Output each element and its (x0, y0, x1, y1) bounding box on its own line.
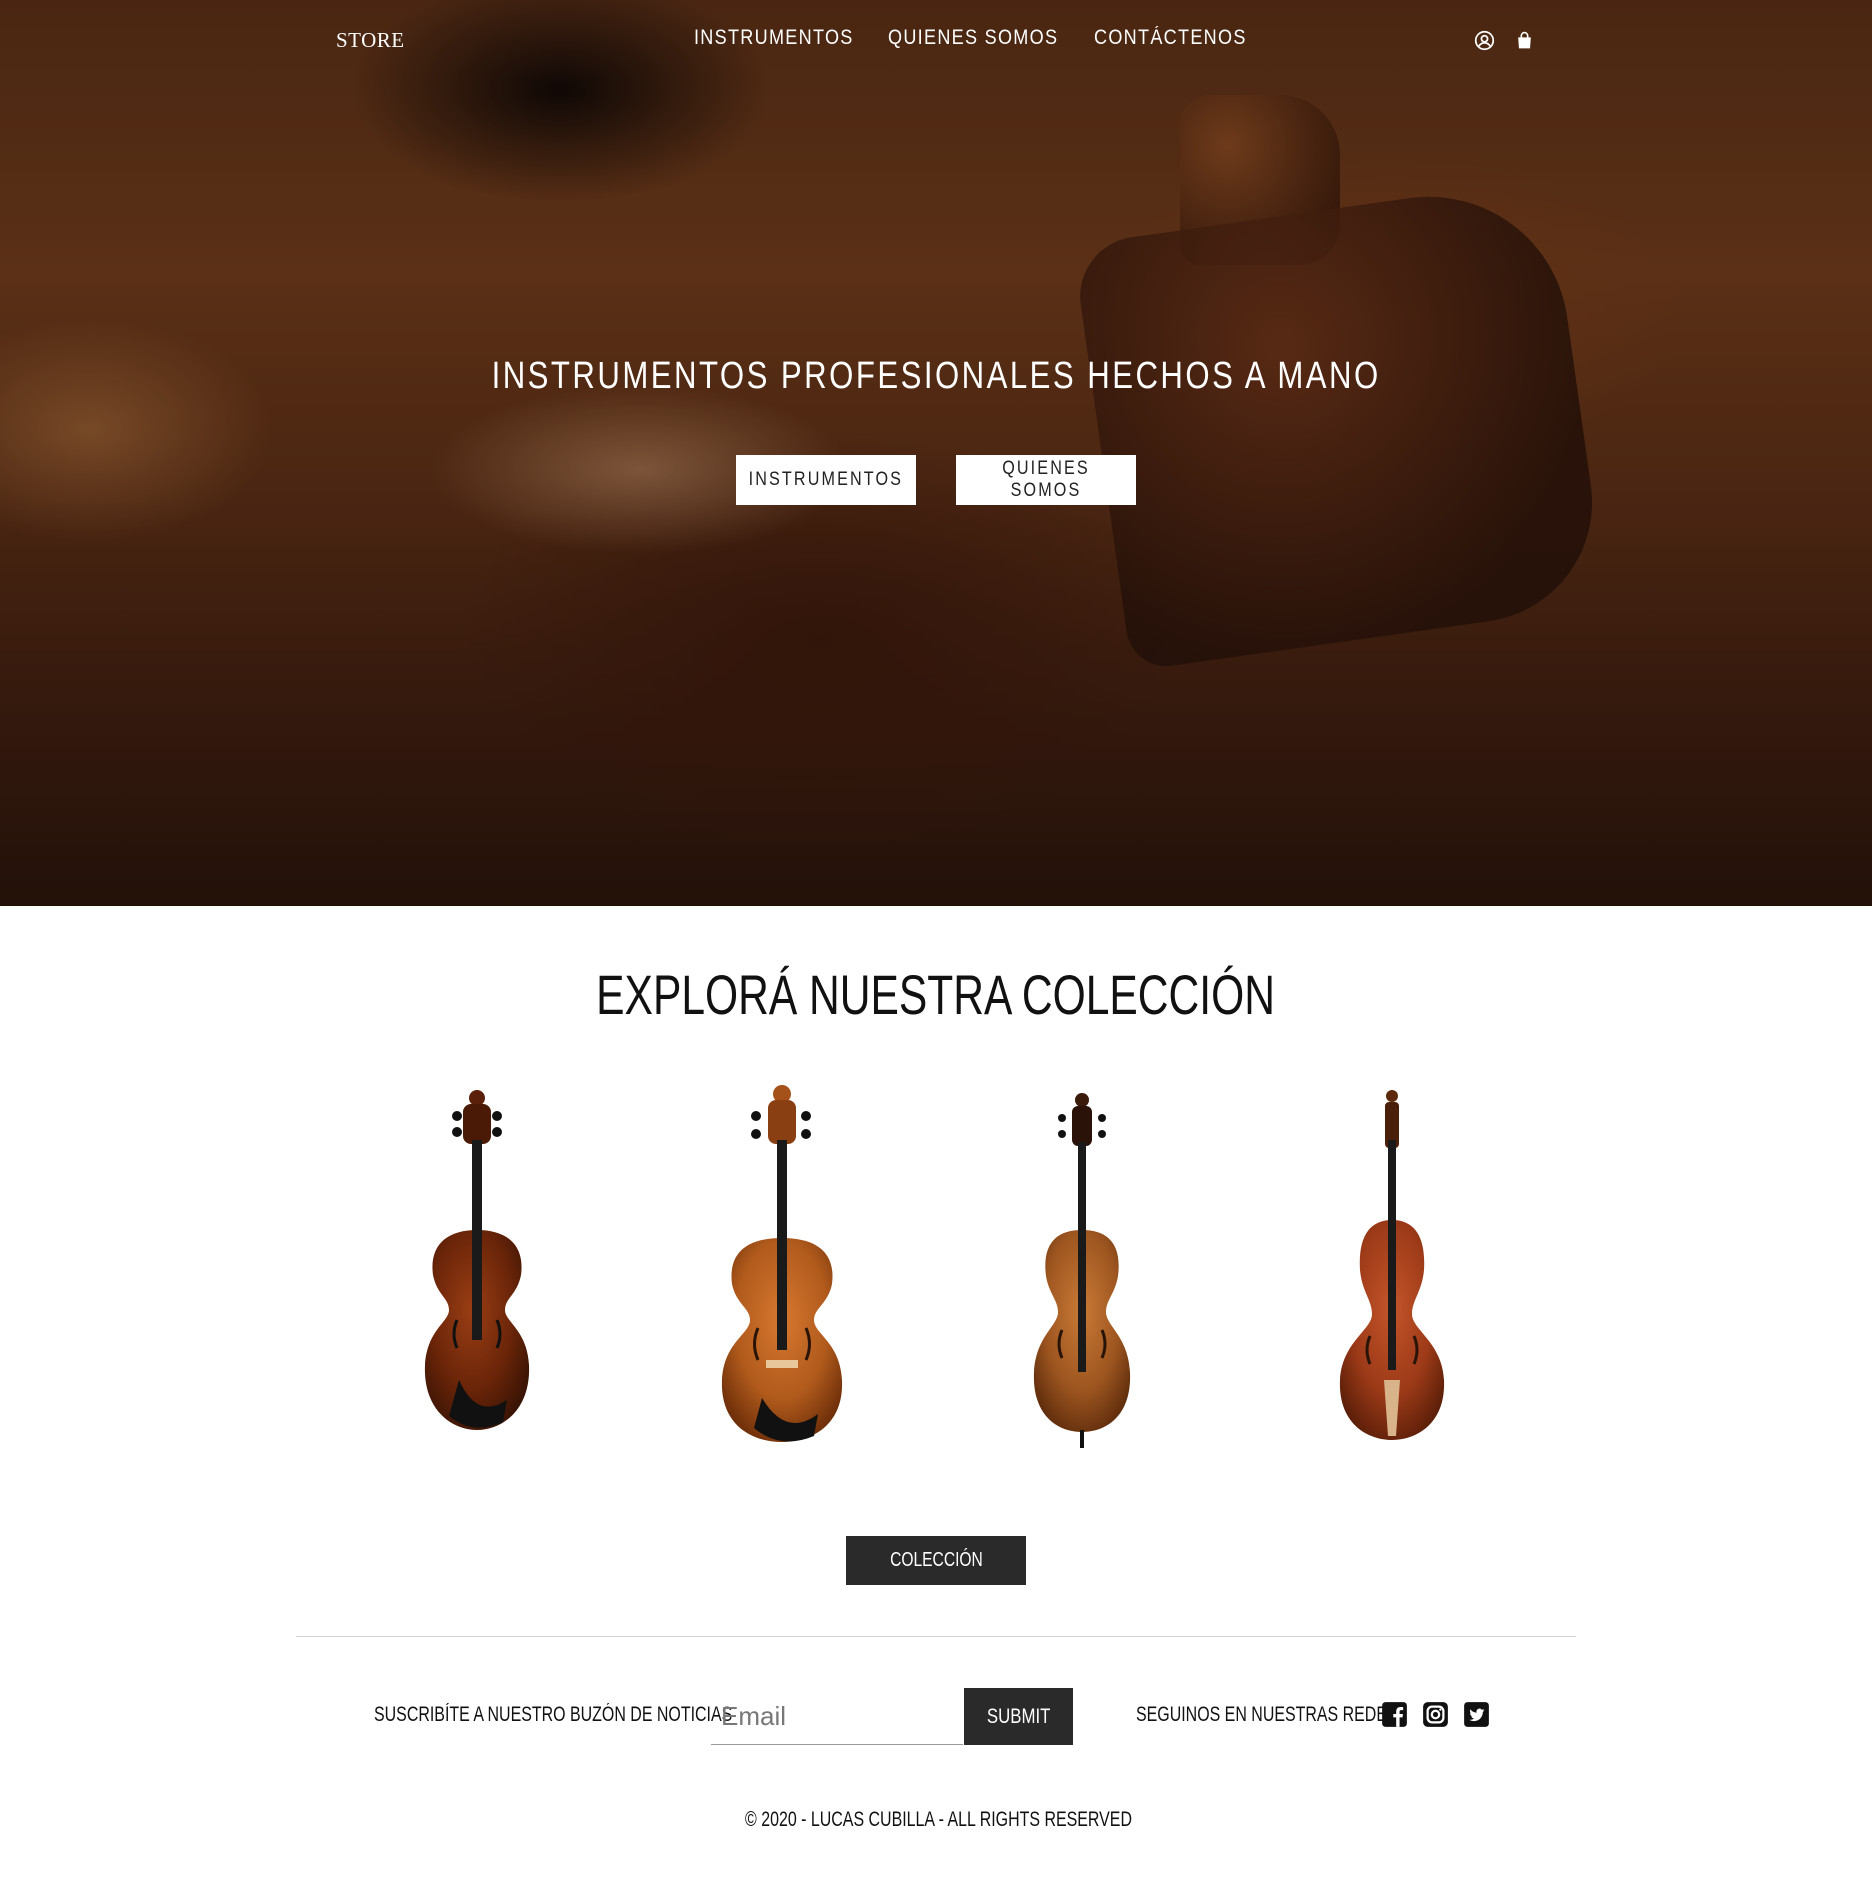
hero-title: INSTRUMENTOS PROFESIONALES HECHOS A MANO (491, 355, 1381, 397)
nav-link-contactenos[interactable]: CONTÁCTENOS (1094, 26, 1245, 50)
email-input[interactable] (711, 1688, 963, 1745)
collection-title: EXPLORÁ NUESTRA COLECCIÓN (596, 963, 1276, 1026)
nav-icons (1474, 30, 1536, 52)
nav-link-quienes-somos[interactable]: QUIENES SOMOS (888, 26, 1057, 50)
copyright-text: © 2020 - LUCAS CUBILLA - ALL RIGHTS RESE… (745, 1808, 1132, 1831)
social-icons (1381, 1701, 1490, 1728)
collection-button[interactable]: COLECCIÓN (846, 1536, 1026, 1585)
user-circle-icon[interactable] (1474, 30, 1495, 52)
product-contrabass-image[interactable] (1312, 1080, 1472, 1480)
hero-overlay (0, 0, 1872, 906)
hero-instrumentos-button[interactable]: INSTRUMENTOS (736, 455, 916, 505)
nav-link-instrumentos[interactable]: INSTRUMENTOS (694, 26, 852, 50)
shopping-bag-icon[interactable] (1515, 30, 1536, 52)
hero-quienes-somos-button[interactable]: QUIENES SOMOS (956, 455, 1136, 505)
facebook-icon[interactable] (1381, 1701, 1408, 1728)
submit-button[interactable]: SUBMIT (964, 1688, 1073, 1745)
product-grid (0, 1080, 1872, 1480)
product-viola-image[interactable] (700, 1080, 860, 1480)
product-violin-image[interactable] (397, 1080, 557, 1480)
footer-divider (296, 1636, 1576, 1637)
brand-logo[interactable]: STORE (336, 28, 405, 53)
product-cello-image[interactable] (1000, 1080, 1160, 1480)
hero-banner (0, 0, 1872, 906)
top-navigation: STORE INSTRUMENTOS QUIENES SOMOS CONTÁCT… (0, 0, 1872, 84)
main-menu: INSTRUMENTOS QUIENES SOMOS CONTÁCTENOS (694, 26, 1245, 50)
twitter-icon[interactable] (1463, 1701, 1490, 1728)
instagram-icon[interactable] (1422, 1701, 1449, 1728)
